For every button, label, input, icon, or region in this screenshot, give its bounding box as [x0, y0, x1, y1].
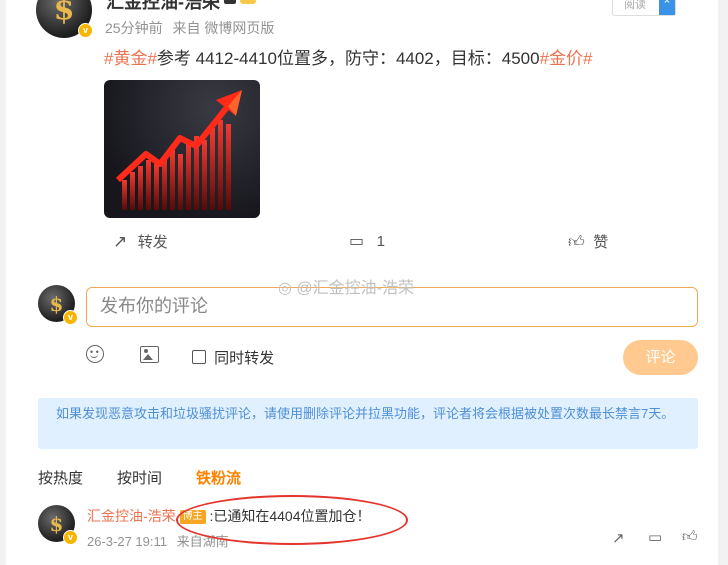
comment-author-verified-icon: v — [63, 530, 78, 545]
comment-repost-icon[interactable]: ↗︎ — [612, 529, 625, 547]
tab-by-time[interactable]: 按时间 — [117, 467, 162, 488]
rising-arrow-chart-icon — [115, 90, 242, 210]
comment-author-name[interactable]: 汇金控油-浩荣 — [87, 508, 176, 524]
comment-text: :已通知在4404位置加仓！ — [209, 508, 371, 524]
current-user-verified-icon: v — [63, 310, 78, 325]
comment-source: 来自湖南 — [176, 534, 229, 549]
repost-action[interactable]: ↗︎ 转发 — [113, 231, 168, 252]
also-repost-option[interactable]: 同时转发 — [192, 347, 274, 368]
comment-like-icon[interactable]: 👍︎ — [682, 528, 698, 546]
verified-badge-icon: v — [78, 23, 93, 38]
emoji-icon[interactable]: • • — [86, 345, 104, 363]
post-body: 参考 4412-4410位置多，防守：4402，目标：4500 — [156, 49, 540, 68]
author-vip-icon — [240, 0, 256, 4]
tab-by-popularity[interactable]: 按热度 — [38, 467, 83, 488]
post-meta: 25分钟前 来自 微博网页版 — [105, 18, 274, 38]
blogger-badge: 博主 — [179, 510, 206, 524]
image-upload-icon[interactable] — [140, 346, 159, 363]
post-image[interactable] — [104, 80, 260, 218]
comment-icon: ▭ — [349, 233, 365, 250]
also-repost-checkbox[interactable] — [192, 350, 206, 364]
comment-reply-icon[interactable]: ▭ — [648, 528, 662, 546]
comment-meta: 26-3-27 19:11 来自湖南 — [87, 531, 229, 550]
weibo-logo-icon: ◎ — [278, 280, 292, 297]
post-time[interactable]: 25分钟前 — [105, 20, 163, 36]
post-author-name[interactable]: 汇金控油-浩荣 — [106, 0, 220, 14]
read-button[interactable]: 阅读 ⌃ — [612, 0, 676, 16]
watermark: ◎ @汇金控油-浩荣 — [278, 280, 414, 297]
moderation-notice: 如果发现恶意攻击和垃圾骚扰评论，请使用删除评论并拉黑功能，评论者将会根据被处置次… — [38, 398, 698, 449]
comment-line: 汇金控油-浩荣 博主 :已通知在4404位置加仓！ — [87, 506, 371, 526]
comment-action[interactable]: ▭ 1 — [349, 231, 385, 251]
submit-comment-button[interactable]: 评论 — [623, 340, 698, 375]
post-card: $ v 汇金控油-浩荣 25分钟前 来自 微博网页版 阅读 ⌃ #黄金#参考 4… — [6, 0, 718, 565]
thumbs-up-icon: 👍︎ — [568, 234, 585, 251]
comment-date: 26-3-27 19:11 — [87, 534, 167, 549]
comment-input-placeholder: 发布你的评论 — [100, 296, 208, 316]
post-source: 来自 微博网页版 — [172, 20, 275, 36]
hashtag-gold[interactable]: #黄金# — [104, 49, 157, 68]
also-repost-label: 同时转发 — [214, 350, 275, 367]
read-dropdown-icon: ⌃ — [659, 0, 675, 15]
author-level-icon — [224, 0, 236, 4]
post-text: #黄金#参考 4412-4410位置多，防守：4402，目标：4500#金价# — [104, 44, 593, 69]
hashtag-gold-price[interactable]: #金价# — [540, 49, 593, 68]
like-action[interactable]: 👍︎ 赞 — [568, 231, 608, 252]
tab-fan-stream[interactable]: 铁粉流 — [196, 467, 241, 488]
repost-icon: ↗︎ — [113, 232, 128, 251]
